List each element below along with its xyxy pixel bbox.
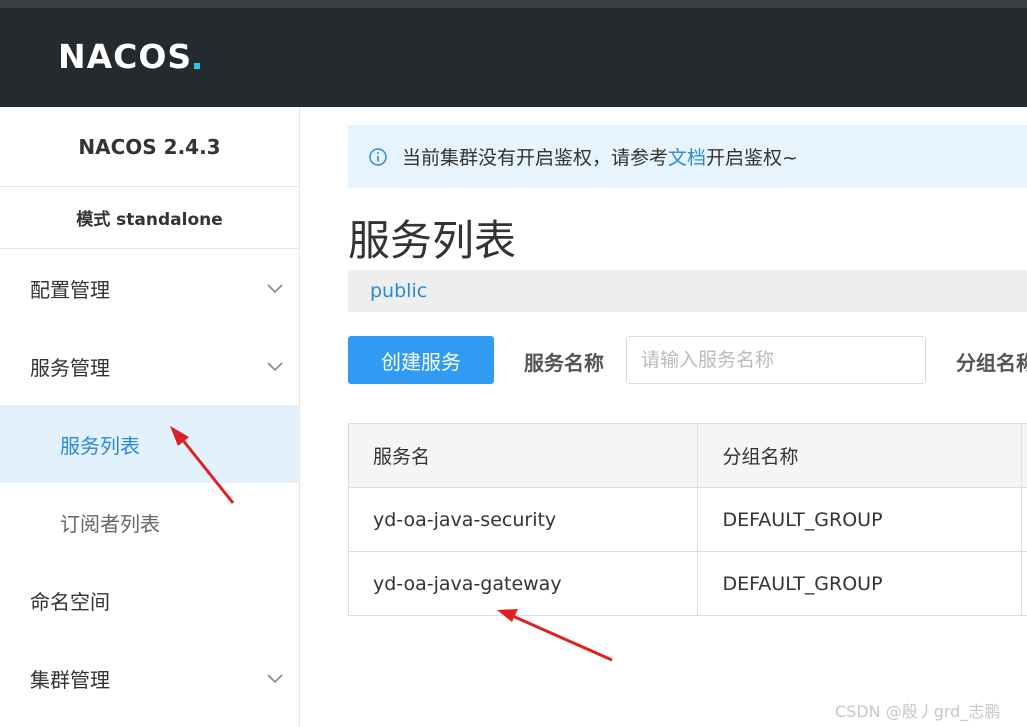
- service-name-cell: yd-oa-java-gateway: [349, 552, 699, 615]
- column-header-group-name: 分组名称: [698, 424, 1023, 487]
- sidebar-item-config-management[interactable]: 配置管理: [0, 249, 299, 327]
- column-header-overflow: [1022, 424, 1027, 487]
- sidebar-item-label: 配置管理: [30, 277, 110, 302]
- notice-message: 当前集群没有开启鉴权，请参考文档开启鉴权~: [402, 143, 798, 170]
- namespace-bar: public: [348, 270, 1027, 312]
- overflow-cell: [1022, 488, 1027, 551]
- main-content: 当前集群没有开启鉴权，请参考文档开启鉴权~ 服务列表 public 创建服务 服…: [300, 107, 1027, 727]
- table-header-row: 服务名 分组名称: [349, 424, 1027, 488]
- sidebar-item-label: 集群管理: [30, 667, 110, 692]
- mode-label: 模式 standalone: [0, 187, 299, 249]
- sidebar-item-service-list[interactable]: 服务列表: [0, 405, 299, 483]
- group-name-cell: DEFAULT_GROUP: [698, 552, 1023, 615]
- overflow-cell: [1022, 552, 1027, 615]
- service-name-input[interactable]: [626, 336, 926, 384]
- sidebar-item-namespace[interactable]: 命名空间: [0, 561, 299, 639]
- top-header: NACOS: [0, 8, 1027, 107]
- watermark: CSDN @殷丿grd_志鹏: [835, 702, 1001, 721]
- docs-link[interactable]: 文档: [668, 147, 706, 169]
- version-label: NACOS 2.4.3: [0, 107, 299, 187]
- auth-notice: 当前集群没有开启鉴权，请参考文档开启鉴权~: [348, 125, 1027, 188]
- sidebar: NACOS 2.4.3 模式 standalone 配置管理 服务管理 服务列表…: [0, 107, 300, 727]
- create-service-button[interactable]: 创建服务: [348, 336, 494, 384]
- notice-text-after: 开启鉴权~: [706, 147, 798, 169]
- chevron-down-icon: [267, 362, 283, 372]
- window-top-bar: [0, 0, 1027, 8]
- group-name-label: 分组名称: [956, 351, 1027, 375]
- sidebar-item-label: 服务管理: [30, 355, 110, 380]
- group-name-cell: DEFAULT_GROUP: [698, 488, 1023, 551]
- info-icon: [369, 147, 387, 166]
- notice-text-before: 当前集群没有开启鉴权，请参考: [402, 147, 669, 169]
- sidebar-item-service-management[interactable]: 服务管理: [0, 327, 299, 405]
- chevron-down-icon: [267, 674, 283, 684]
- column-header-service-name: 服务名: [349, 424, 699, 487]
- service-table: 服务名 分组名称 yd-oa-java-security DEFAULT_GRO…: [348, 423, 1027, 616]
- nacos-logo[interactable]: NACOS: [58, 36, 201, 76]
- sidebar-item-cluster-management[interactable]: 集群管理: [0, 639, 299, 717]
- sidebar-item-label: 服务列表: [60, 433, 140, 458]
- logo-dot: [194, 63, 201, 69]
- service-name-label: 服务名称: [524, 351, 604, 375]
- sidebar-item-subscriber-list[interactable]: 订阅者列表: [0, 483, 299, 561]
- page-title: 服务列表: [348, 216, 517, 265]
- table-row[interactable]: yd-oa-java-security DEFAULT_GROUP: [349, 488, 1027, 552]
- logo-text: NACOS: [58, 36, 193, 76]
- sidebar-item-label: 订阅者列表: [60, 511, 160, 536]
- namespace-tab-public[interactable]: public: [370, 280, 427, 302]
- sidebar-item-label: 命名空间: [30, 589, 110, 614]
- service-name-cell: yd-oa-java-security: [349, 488, 699, 551]
- table-row[interactable]: yd-oa-java-gateway DEFAULT_GROUP: [349, 552, 1027, 616]
- chevron-down-icon: [267, 284, 283, 294]
